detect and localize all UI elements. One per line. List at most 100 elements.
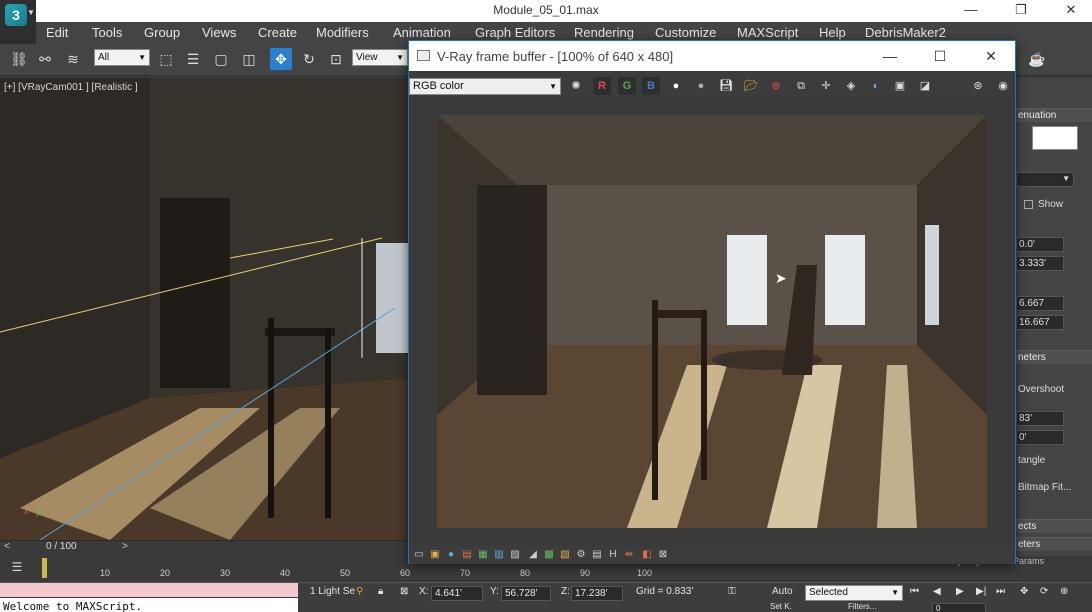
alpha-channel-icon[interactable]: ● <box>667 77 685 95</box>
stereo-icon[interactable]: ◐ <box>867 77 885 95</box>
red-channel-button[interactable]: R <box>593 77 611 95</box>
key-icon[interactable]: ⚿ <box>728 586 736 597</box>
swap-icon[interactable]: ◧ <box>641 549 653 561</box>
maximize-button[interactable]: ❐ <box>1006 0 1036 22</box>
time-prev-button[interactable]: < <box>4 541 10 552</box>
vfb-minimize-button[interactable]: — <box>875 45 905 67</box>
curve-editor-icon[interactable]: ☰ <box>6 556 28 578</box>
menu-modifiers[interactable]: Modifiers <box>316 25 369 40</box>
current-frame-field[interactable]: 0 <box>932 603 986 612</box>
render-last-icon[interactable]: ▣ <box>891 77 909 95</box>
isolate-icon[interactable]: ⚲ <box>356 586 363 597</box>
selection-filter-select[interactable]: All ▼ <box>94 49 150 66</box>
bitmap-fit-button[interactable]: Bitmap Fit... <box>1018 482 1092 493</box>
parameters-rollout[interactable]: neters <box>1016 350 1092 364</box>
display-correction-icon[interactable]: ▭ <box>413 549 425 561</box>
time-slider-thumb[interactable] <box>42 558 47 578</box>
menu-edit[interactable]: Edit <box>46 25 68 40</box>
time-slider[interactable]: < 0 / 100 > <box>0 540 410 554</box>
key-filter-select[interactable]: Selected ▼ <box>805 585 903 601</box>
menu-customize[interactable]: Customize <box>655 25 716 40</box>
orbit-icon[interactable]: ⟳ <box>1040 586 1048 597</box>
scale-icon[interactable]: ⊡ <box>325 48 347 70</box>
camera-viewport[interactable]: [+] [VRayCam001 ] [Realistic ] x y <box>0 78 410 540</box>
attenuation-rollout[interactable]: enuation <box>1016 108 1092 122</box>
minimize-button[interactable]: — <box>956 0 986 22</box>
rect-selection-icon[interactable]: ▢ <box>210 48 232 70</box>
viewport-label[interactable]: [+] [VRayCam001 ] [Realistic ] <box>4 82 138 93</box>
shadow-params-rollout[interactable]: eters <box>1016 537 1092 551</box>
ocio-icon[interactable]: ▩ <box>543 549 555 561</box>
ab-compare-icon[interactable]: ▤ <box>591 549 603 561</box>
close-button[interactable]: ✕ <box>1056 0 1086 22</box>
exposure-icon[interactable]: ● <box>445 549 457 561</box>
maxscript-output[interactable]: Welcome to MAXScript. <box>0 598 298 612</box>
play-icon[interactable]: ▶ <box>956 586 964 597</box>
zoom-icon[interactable]: ⊕ <box>1060 586 1068 597</box>
channel-select[interactable]: RGB color ▼ <box>409 78 561 95</box>
green-channel-button[interactable]: G <box>618 77 636 95</box>
time-next-button[interactable]: > <box>122 541 128 552</box>
app-menu-button[interactable]: 3 ▼ <box>0 0 36 44</box>
menu-help[interactable]: Help <box>819 25 846 40</box>
region-render-icon[interactable]: ◈ <box>842 77 860 95</box>
show-checkbox[interactable] <box>1024 200 1033 209</box>
menu-debrismaker2[interactable]: DebrisMaker2 <box>865 25 946 40</box>
lock-icon[interactable]: 🔒︎ <box>378 586 383 597</box>
effects-rollout[interactable]: ects <box>1016 519 1092 533</box>
mono-channel-icon[interactable]: ● <box>692 77 710 95</box>
type-select[interactable]: ▼ <box>1016 172 1074 187</box>
close-compare-icon[interactable]: ⊠ <box>657 549 669 561</box>
split-horizontal-icon[interactable]: H <box>607 549 619 561</box>
near-start-field[interactable]: 0.0' <box>1016 237 1064 252</box>
save-image-icon[interactable]: 💾︎ <box>717 77 735 95</box>
color-picker-icon[interactable]: ✺ <box>567 77 585 95</box>
color-swatch[interactable] <box>1032 126 1078 150</box>
curve-icon[interactable]: ▥ <box>493 549 505 561</box>
hotspot-field[interactable]: 83' <box>1016 411 1064 426</box>
srgb-icon[interactable]: ▦ <box>477 549 489 561</box>
menu-tools[interactable]: Tools <box>92 25 122 40</box>
maxscript-listener[interactable]: Welcome to MAXScript. <box>0 583 298 612</box>
menu-group[interactable]: Group <box>144 25 180 40</box>
vfb-close-button[interactable]: ✕ <box>976 45 1006 67</box>
maxscript-mini-input[interactable] <box>0 583 298 597</box>
vfb-maximize-button[interactable]: ☐ <box>925 45 955 67</box>
lut-icon[interactable]: ▤ <box>461 549 473 561</box>
falloff-field[interactable]: 0' <box>1016 430 1064 445</box>
filters-button[interactable]: Filters... <box>848 602 876 611</box>
reference-coord-select[interactable]: View ▼ <box>352 49 408 66</box>
x-coord-field[interactable]: 4.641' <box>431 586 483 601</box>
rotate-icon[interactable]: ↻ <box>298 48 320 70</box>
y-coord-field[interactable]: 56.728' <box>501 586 551 601</box>
histogram-icon[interactable]: ▨ <box>509 549 521 561</box>
set-key-button[interactable]: Set K. <box>770 602 792 611</box>
link-icon[interactable]: ⛓ <box>8 48 30 70</box>
track-mouse-icon[interactable]: ✛ <box>817 77 835 95</box>
levels-icon[interactable]: ◢ <box>527 549 539 561</box>
menu-graph-editors[interactable]: Graph Editors <box>475 25 555 40</box>
menu-views[interactable]: Views <box>202 25 236 40</box>
goto-end-icon[interactable]: ⏭ <box>996 586 1005 597</box>
bind-space-warp-icon[interactable]: ≋ <box>62 48 84 70</box>
lens-icon[interactable]: ▧ <box>559 549 571 561</box>
far-end-field[interactable]: 16.667 <box>1016 315 1064 330</box>
unlink-icon[interactable]: ⚯ <box>34 48 56 70</box>
split-vertical-icon[interactable]: ⇹ <box>623 549 635 561</box>
lens-effects-icon[interactable]: ◉ <box>994 77 1012 95</box>
render-teapot-icon[interactable]: ☕ <box>1026 48 1048 70</box>
select-by-name-icon[interactable]: ☰ <box>182 48 204 70</box>
load-image-icon[interactable]: 📂︎ <box>742 77 760 95</box>
menu-maxscript[interactable]: MAXScript <box>737 25 798 40</box>
blue-channel-button[interactable]: B <box>642 77 660 95</box>
goto-start-icon[interactable]: ⏮ <box>910 586 919 597</box>
vfb-title-bar[interactable]: V-Ray frame buffer - [100% of 640 x 480]… <box>409 41 1015 71</box>
move-icon[interactable]: ✥ <box>270 48 292 70</box>
menu-animation[interactable]: Animation <box>393 25 451 40</box>
prev-frame-icon[interactable]: ◀ <box>933 586 941 597</box>
settings-icon[interactable]: ⚙ <box>575 549 587 561</box>
far-start-field[interactable]: 6.667 <box>1016 296 1064 311</box>
window-crossing-icon[interactable]: ◫ <box>238 48 260 70</box>
menu-rendering[interactable]: Rendering <box>574 25 634 40</box>
clear-image-icon[interactable]: ⊗ <box>767 77 785 95</box>
